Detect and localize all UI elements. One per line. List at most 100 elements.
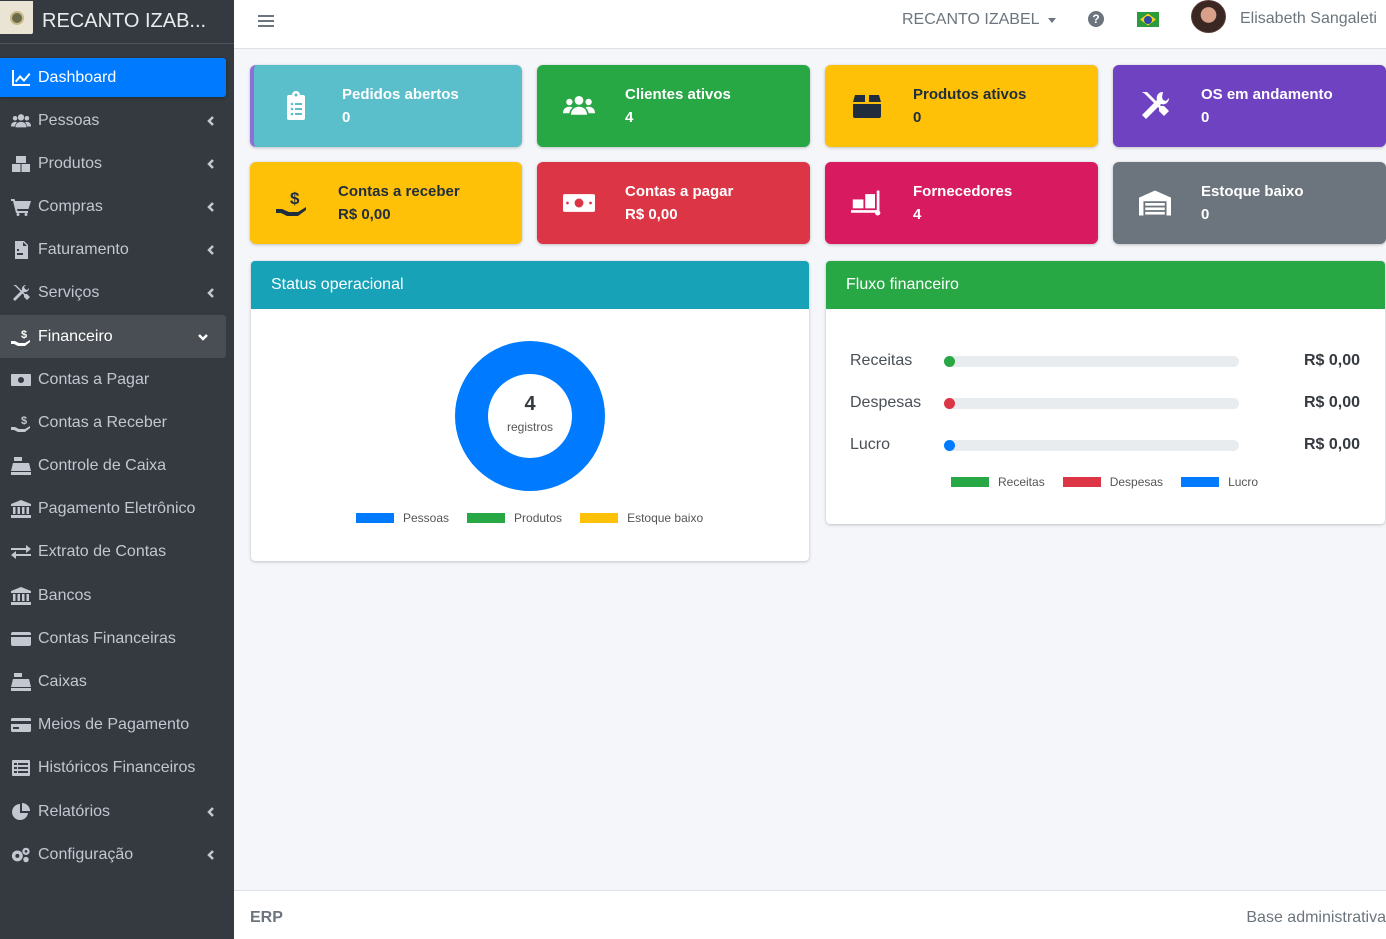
- sidebar-item-configuracao[interactable]: Configuração: [0, 833, 234, 876]
- info-box-os-em-andamento[interactable]: OS em andamento 0: [1113, 65, 1386, 147]
- sidebar-item-pessoas[interactable]: Pessoas: [0, 99, 234, 142]
- sidebar-item-pagamento-eletronico[interactable]: Pagamento Eletrônico: [0, 488, 234, 531]
- info-box-produtos-ativos[interactable]: Produtos ativos 0: [825, 65, 1098, 147]
- sidebar-item-label: Faturamento: [38, 241, 129, 259]
- info-box-value: 0: [1201, 206, 1210, 223]
- donut-center-value: 4: [524, 393, 536, 415]
- info-box-estoque-baixo[interactable]: Estoque baixo 0: [1113, 162, 1386, 244]
- flow-progress-fill: [944, 439, 955, 451]
- wallet-icon: [10, 630, 32, 648]
- bank-icon: [10, 500, 32, 519]
- sidebar-item-bancos[interactable]: Bancos: [0, 574, 234, 617]
- info-box-title: Contas a pagar: [625, 183, 734, 200]
- info-box-pedidos-abertos[interactable]: Pedidos abertos 0: [250, 65, 522, 147]
- chevron-left-icon: [206, 158, 216, 169]
- user-name[interactable]: Elisabeth Sangaleti: [1240, 10, 1377, 28]
- sidebar-item-relatorios[interactable]: Relatórios: [0, 790, 234, 833]
- help-icon[interactable]: ?: [1088, 11, 1104, 27]
- chart-line-icon: [10, 69, 32, 87]
- legend-item[interactable]: Receitas: [951, 475, 1045, 489]
- sidebar-item-produtos[interactable]: Produtos: [0, 142, 234, 185]
- money-bill-icon: [10, 371, 32, 389]
- flow-progress-bar: [944, 439, 1239, 451]
- sidebar-item-faturamento[interactable]: Faturamento: [0, 229, 234, 272]
- legend-item[interactable]: Despesas: [1062, 475, 1163, 489]
- sidebar-item-caixas[interactable]: Caixas: [0, 660, 234, 703]
- legend-item[interactable]: Pessoas: [356, 511, 449, 525]
- users-icon: [10, 112, 32, 130]
- info-box-title: Clientes ativos: [625, 86, 731, 103]
- legend-label: Produtos: [514, 511, 563, 525]
- sidebar-item-label: Financeiro: [38, 327, 113, 345]
- flow-progress-fill: [944, 355, 955, 367]
- sidebar-nav: Dashboard Pessoas Produtos Compras Fatur…: [0, 44, 234, 876]
- clipboard-list-icon: [254, 90, 324, 122]
- sidebar-item-compras[interactable]: Compras: [0, 185, 234, 228]
- sidebar-item-contas-financeiras[interactable]: Contas Financeiras: [0, 617, 234, 660]
- company-name: RECANTO IZABEL: [902, 11, 1040, 28]
- sidebar-item-servicos[interactable]: Serviços: [0, 272, 234, 315]
- chevron-left-icon: [206, 806, 216, 817]
- legend-item[interactable]: Produtos: [467, 511, 562, 525]
- hand-dollar-icon: $: [10, 328, 32, 346]
- chevron-left-icon: [206, 245, 216, 256]
- legend-item[interactable]: Lucro: [1181, 475, 1258, 489]
- brazil-flag-icon[interactable]: [1137, 12, 1159, 27]
- flow-legend: Receitas Despesas Lucro: [951, 475, 1276, 489]
- legend-swatch: [580, 513, 619, 523]
- flow-card: Fluxo financeiro Receitas R$ 0,00 Despes…: [826, 261, 1385, 524]
- sidebar-item-extrato-de-contas[interactable]: Extrato de Contas: [0, 531, 234, 574]
- sidebar-item-label: Dashboard: [38, 68, 117, 86]
- info-box-contas-a-receber[interactable]: $ Contas a receber R$ 0,00: [250, 162, 522, 244]
- donut-center-label: registros: [506, 420, 553, 434]
- sidebar-item-label: Históricos Financeiros: [38, 759, 196, 777]
- flow-card-title: Fluxo financeiro: [846, 276, 959, 293]
- sidebar-item-contas-a-receber[interactable]: $ Contas a Receber: [0, 401, 234, 444]
- info-box-contas-a-pagar[interactable]: Contas a pagar R$ 0,00: [537, 162, 810, 244]
- brand-link[interactable]: RECANTO IZAB...: [0, 0, 234, 44]
- chevron-left-icon: [206, 288, 216, 299]
- footer: ERP Base administrativa: [234, 890, 1386, 939]
- users-icon: [537, 90, 607, 122]
- sidebar-item-meios-de-pagamento[interactable]: Meios de Pagamento: [0, 704, 234, 747]
- sidebar-item-label: Produtos: [38, 154, 103, 172]
- tools-icon: [10, 284, 32, 302]
- menu-toggle-icon[interactable]: [258, 12, 274, 28]
- flow-progress-fill: [944, 397, 955, 409]
- sidebar-item-label: Controle de Caixa: [38, 457, 167, 475]
- money-bill-icon: [537, 187, 607, 219]
- flow-value: R$ 0,00: [1303, 352, 1360, 369]
- sidebar-item-financeiro[interactable]: $ Financeiro: [0, 314, 226, 359]
- tools-icon: [1113, 90, 1183, 122]
- sidebar-item-label: Relatórios: [38, 802, 111, 820]
- sidebar-item-label: Contas Financeiras: [38, 629, 176, 647]
- boxes-icon: [10, 155, 32, 173]
- info-box-value: 0: [913, 109, 922, 126]
- legend-label: Estoque baixo: [627, 511, 704, 525]
- legend-swatch: [467, 513, 506, 523]
- sidebar-item-historicos-financeiros[interactable]: Históricos Financeiros: [0, 747, 234, 790]
- sidebar-item-dashboard[interactable]: Dashboard: [0, 58, 226, 97]
- chevron-left-icon: [206, 849, 216, 860]
- sidebar: RECANTO IZAB... Dashboard Pessoas Produt…: [0, 0, 234, 939]
- legend-item[interactable]: Estoque baixo: [580, 511, 703, 525]
- sidebar-item-contas-a-pagar[interactable]: Contas a Pagar: [0, 358, 234, 401]
- flow-label: Lucro: [850, 436, 891, 453]
- info-box-fornecedores[interactable]: Fornecedores 4: [825, 162, 1098, 244]
- exchange-icon: [10, 543, 32, 561]
- info-box-clientes-ativos[interactable]: Clientes ativos 4: [537, 65, 810, 147]
- legend-label: Pessoas: [403, 511, 450, 525]
- flow-row-lucro: Lucro R$ 0,00: [850, 435, 1360, 455]
- company-dropdown[interactable]: RECANTO IZABEL: [902, 10, 1056, 30]
- caret-down-icon: [1047, 17, 1056, 23]
- avatar[interactable]: [1191, 0, 1226, 33]
- footer-note: Base administrativa: [1246, 909, 1386, 926]
- flow-label: Despesas: [850, 394, 922, 411]
- sidebar-item-controle-de-caixa[interactable]: Controle de Caixa: [0, 445, 234, 488]
- info-box-title: Contas a receber: [338, 183, 460, 200]
- box-icon: [825, 90, 895, 122]
- legend-swatch: [1062, 477, 1101, 487]
- flow-value: R$ 0,00: [1303, 394, 1360, 411]
- chevron-left-icon: [206, 202, 216, 212]
- bank-icon: [10, 586, 32, 605]
